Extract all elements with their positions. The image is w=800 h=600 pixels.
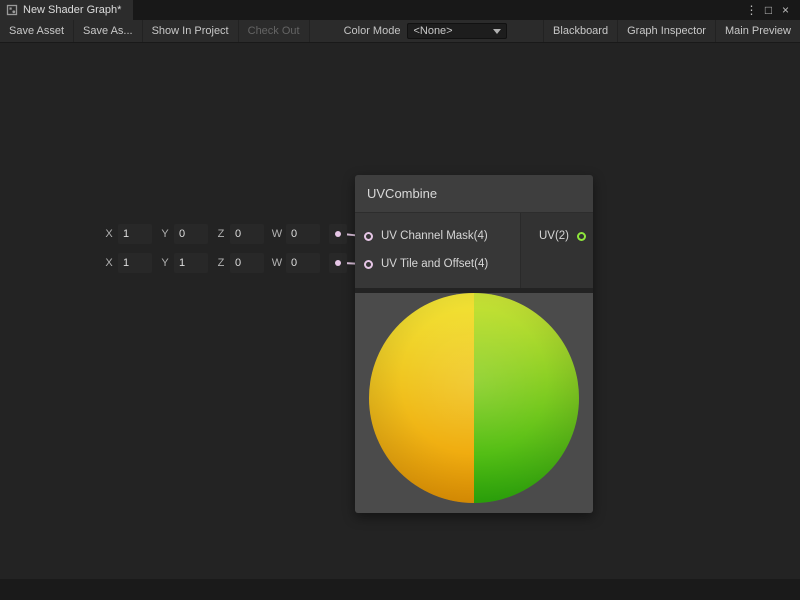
- input-port-row: UV Tile and Offset(4): [355, 250, 520, 278]
- check-out-button[interactable]: Check Out: [239, 20, 310, 42]
- save-as-button[interactable]: Save As...: [74, 20, 143, 42]
- input-port-icon[interactable]: [364, 260, 373, 269]
- window-tab-bar: New Shader Graph* ⋮ □ ×: [0, 0, 800, 20]
- slot-connector[interactable]: [329, 224, 347, 244]
- window-menu-icon[interactable]: ⋮: [743, 0, 760, 20]
- axis-label-z: Z: [215, 257, 227, 269]
- graph-inspector-toggle-button[interactable]: Graph Inspector: [617, 20, 715, 42]
- input-port-label: UV Channel Mask(4): [381, 230, 488, 242]
- axis-label-y: Y: [159, 257, 171, 269]
- sphere-shading: [369, 293, 579, 503]
- tab-shader-graph[interactable]: New Shader Graph*: [0, 0, 133, 20]
- slot-connector[interactable]: [329, 253, 347, 273]
- node-ports: UV Channel Mask(4) UV Tile and Offset(4)…: [355, 213, 593, 288]
- toolbar-right-group: Blackboard Graph Inspector Main Preview: [543, 20, 800, 42]
- vector-field-z[interactable]: 0: [230, 253, 264, 273]
- node-uvcombine[interactable]: UVCombine UV Channel Mask(4) UV Tile and…: [355, 175, 593, 513]
- shader-graph-icon: [6, 4, 18, 16]
- output-port-icon[interactable]: [577, 232, 586, 241]
- color-mode-value: <None>: [413, 25, 452, 37]
- chevron-down-icon: [493, 29, 501, 34]
- vector-field-y[interactable]: 0: [174, 224, 208, 244]
- node-output-ports: UV(2): [520, 213, 593, 288]
- main-preview-toggle-button[interactable]: Main Preview: [715, 20, 800, 42]
- color-mode-group: Color Mode <None>: [336, 20, 516, 42]
- vector-field-value: 1: [123, 228, 129, 240]
- axis-label-w: W: [271, 257, 283, 269]
- output-port-row: UV(2): [539, 222, 593, 250]
- color-mode-label: Color Mode: [344, 25, 401, 37]
- close-icon[interactable]: ×: [777, 0, 794, 20]
- blackboard-toggle-button[interactable]: Blackboard: [543, 20, 617, 42]
- save-asset-button[interactable]: Save Asset: [0, 20, 74, 42]
- input-port-icon[interactable]: [364, 232, 373, 241]
- vector-field-z[interactable]: 0: [230, 224, 264, 244]
- port-dot-icon: [335, 231, 341, 237]
- input-port-row: UV Channel Mask(4): [355, 222, 520, 250]
- vector-field-value: 1: [123, 257, 129, 269]
- node-preview: [355, 293, 593, 513]
- vector-field-y[interactable]: 1: [174, 253, 208, 273]
- axis-label-z: Z: [215, 228, 227, 240]
- axis-label-y: Y: [159, 228, 171, 240]
- vector4-slot-row-1: X 1 Y 0 Z 0 W 0: [103, 224, 347, 244]
- axis-label-w: W: [271, 228, 283, 240]
- window-controls: ⋮ □ ×: [743, 0, 800, 20]
- axis-label-x: X: [103, 257, 115, 269]
- vector-field-x[interactable]: 1: [118, 224, 152, 244]
- node-title: UVCombine: [367, 186, 437, 201]
- axis-label-x: X: [103, 228, 115, 240]
- input-port-label: UV Tile and Offset(4): [381, 258, 488, 270]
- vector-field-w[interactable]: 0: [286, 253, 320, 273]
- graph-toolbar: Save Asset Save As... Show In Project Ch…: [0, 20, 800, 43]
- vector-field-value: 0: [291, 257, 297, 269]
- vector-field-value: 0: [291, 228, 297, 240]
- vector-field-value: 0: [235, 257, 241, 269]
- preview-sphere: [369, 293, 579, 503]
- bottom-window-edge: [0, 579, 800, 600]
- maximize-icon[interactable]: □: [760, 0, 777, 20]
- vector4-slot-row-2: X 1 Y 1 Z 0 W 0: [103, 253, 347, 273]
- vector-field-x[interactable]: 1: [118, 253, 152, 273]
- vector-field-value: 1: [179, 257, 185, 269]
- vector-field-w[interactable]: 0: [286, 224, 320, 244]
- vector-field-value: 0: [179, 228, 185, 240]
- vector-field-value: 0: [235, 228, 241, 240]
- output-port-label: UV(2): [539, 230, 569, 242]
- show-in-project-button[interactable]: Show In Project: [143, 20, 239, 42]
- tab-title: New Shader Graph*: [23, 4, 121, 16]
- node-title-bar[interactable]: UVCombine: [355, 175, 593, 213]
- port-dot-icon: [335, 260, 341, 266]
- node-input-ports: UV Channel Mask(4) UV Tile and Offset(4): [355, 213, 520, 288]
- color-mode-dropdown[interactable]: <None>: [407, 23, 507, 39]
